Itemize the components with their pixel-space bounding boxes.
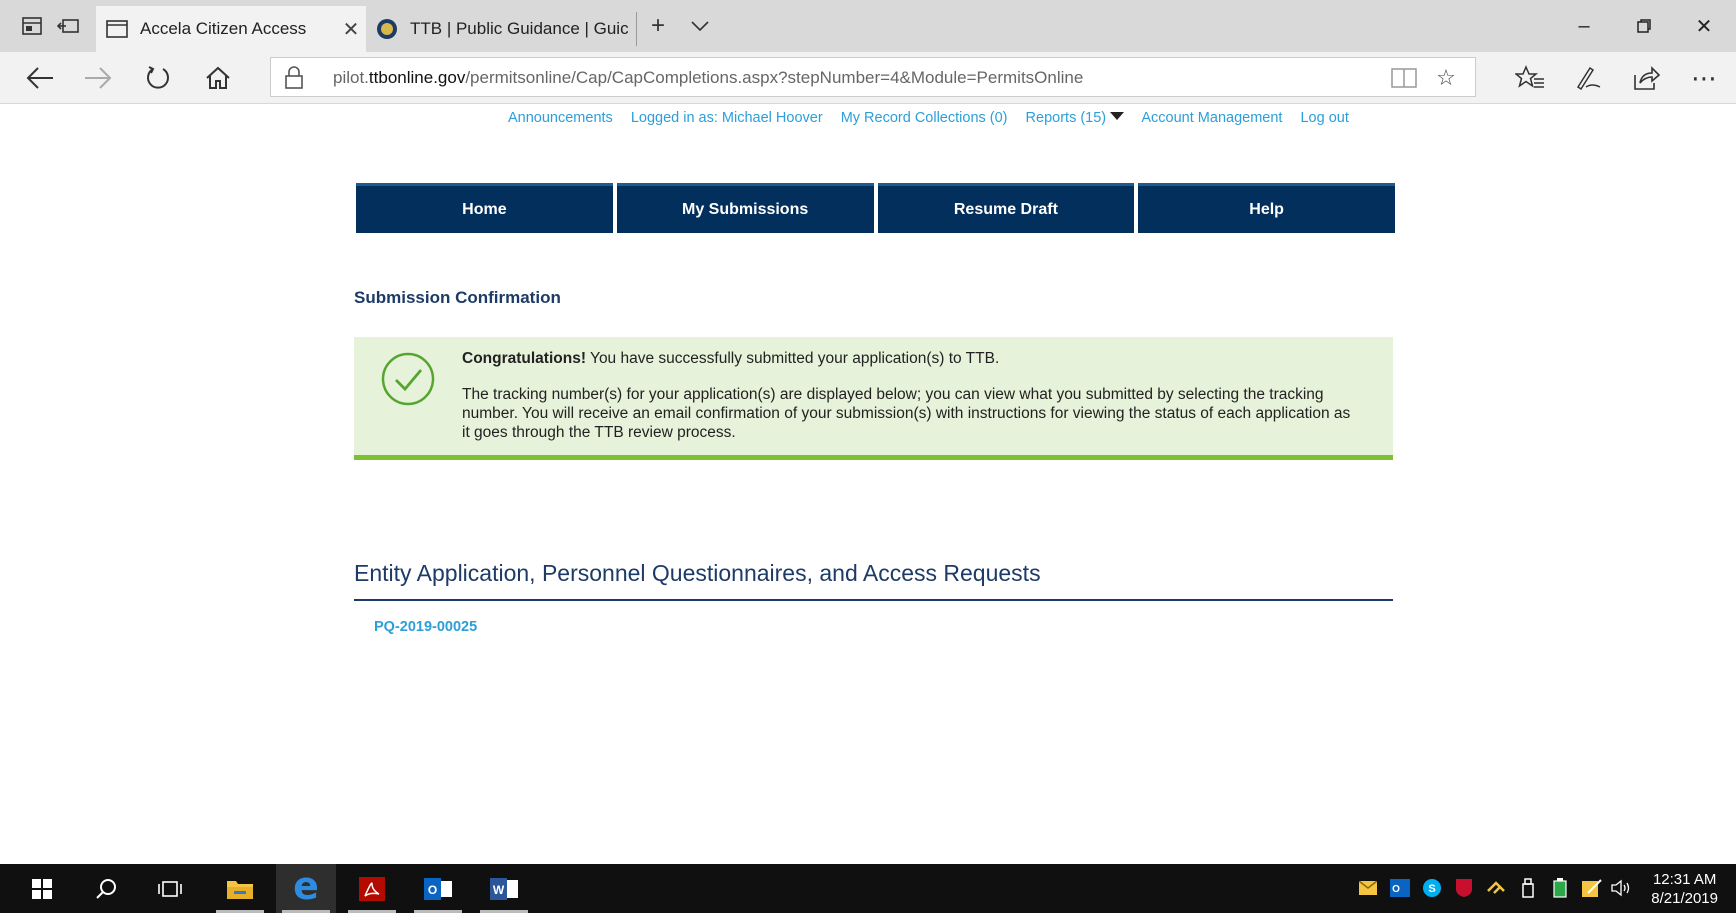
tracking-number-link[interactable]: PQ-2019-00025 bbox=[374, 619, 477, 635]
nav-home-button[interactable]: Home bbox=[356, 183, 613, 233]
task-view-icon[interactable] bbox=[140, 864, 200, 913]
reports-caret-icon[interactable] bbox=[1110, 112, 1125, 120]
success-message: Congratulations! You have successfully s… bbox=[462, 349, 1362, 459]
word-icon[interactable]: W bbox=[474, 864, 534, 913]
svg-text:O: O bbox=[428, 883, 437, 897]
taskbar-clock[interactable]: 12:31 AM 8/21/2019 bbox=[1651, 870, 1718, 908]
tab-separator bbox=[636, 12, 637, 46]
window-icon bbox=[106, 20, 128, 38]
mail-notification-icon[interactable] bbox=[1356, 876, 1380, 900]
mcafee-shield-icon[interactable] bbox=[1452, 876, 1476, 900]
announcements-link[interactable]: Announcements bbox=[508, 110, 613, 126]
checkmark-circle-icon bbox=[381, 352, 435, 406]
congrats-label: Congratulations! bbox=[462, 350, 586, 367]
nav-help-button[interactable]: Help bbox=[1138, 183, 1395, 233]
svg-text:O: O bbox=[1392, 884, 1400, 895]
restore-icon[interactable] bbox=[1616, 10, 1672, 42]
web-note-pen-icon[interactable] bbox=[1570, 62, 1606, 94]
svg-text:W: W bbox=[493, 883, 505, 897]
windows-taskbar: e O W O S 12:31 AM 8/21/2019 bbox=[0, 864, 1736, 913]
skype-icon[interactable]: S bbox=[1420, 876, 1444, 900]
refresh-icon[interactable] bbox=[140, 62, 176, 94]
back-icon[interactable] bbox=[22, 62, 58, 94]
nav-my-submissions-button[interactable]: My Submissions bbox=[616, 183, 874, 233]
volume-icon[interactable] bbox=[1610, 876, 1634, 900]
tab-accela-citizen-access[interactable]: Accela Citizen Access ✕ bbox=[96, 6, 366, 52]
section-heading: Entity Application, Personnel Questionna… bbox=[354, 560, 1041, 586]
svg-text:S: S bbox=[1428, 883, 1435, 895]
url-text[interactable]: pilot.ttbonline.gov/permitsonline/Cap/Ca… bbox=[333, 68, 1083, 88]
start-windows-icon[interactable] bbox=[12, 864, 72, 913]
congrats-text: You have successfully submitted your app… bbox=[586, 350, 1000, 367]
outlook-tray-icon[interactable]: O bbox=[1388, 876, 1412, 900]
set-tabs-aside-icon[interactable] bbox=[20, 14, 44, 38]
tab-ttb-public-guidance[interactable]: TTB | Public Guidance | Guic bbox=[366, 6, 636, 52]
logged-in-link[interactable]: Logged in as: Michael Hoover bbox=[631, 110, 823, 126]
favorites-hub-icon[interactable] bbox=[1512, 62, 1548, 94]
nav-resume-draft-button[interactable]: Resume Draft bbox=[877, 183, 1135, 233]
minimize-icon[interactable]: – bbox=[1556, 10, 1612, 42]
success-message-box: Congratulations! You have successfully s… bbox=[354, 337, 1393, 460]
search-icon[interactable] bbox=[76, 864, 136, 913]
favorite-star-icon[interactable]: ☆ bbox=[1431, 64, 1461, 92]
show-tabs-aside-icon[interactable] bbox=[56, 14, 80, 38]
network-sync-icon[interactable] bbox=[1484, 876, 1508, 900]
browser-tab-strip: Accela Citizen Access ✕ TTB | Public Gui… bbox=[0, 0, 1736, 52]
usb-device-icon[interactable] bbox=[1516, 876, 1540, 900]
battery-icon[interactable] bbox=[1548, 876, 1572, 900]
tracking-details-text: The tracking number(s) for your applicat… bbox=[462, 386, 1351, 441]
more-options-icon[interactable]: ⋯ bbox=[1686, 62, 1722, 94]
tab-title: TTB | Public Guidance | Guic bbox=[410, 19, 629, 38]
close-tab-icon[interactable]: ✕ bbox=[336, 17, 366, 42]
reports-menu[interactable]: Reports (15) bbox=[1026, 110, 1125, 126]
clock-date: 8/21/2019 bbox=[1651, 890, 1718, 907]
share-icon[interactable] bbox=[1628, 62, 1664, 94]
clock-time: 12:31 AM bbox=[1652, 871, 1717, 888]
lock-icon[interactable] bbox=[283, 66, 305, 90]
section-divider bbox=[354, 599, 1393, 601]
file-explorer-icon[interactable] bbox=[210, 864, 270, 913]
top-utility-nav: Announcements Logged in as: Michael Hoov… bbox=[508, 110, 1363, 130]
home-icon[interactable] bbox=[200, 62, 236, 94]
new-tab-icon[interactable]: + bbox=[646, 12, 670, 39]
notes-icon[interactable] bbox=[1580, 876, 1604, 900]
main-nav: Home My Submissions Resume Draft Help bbox=[356, 183, 1395, 233]
forward-icon[interactable] bbox=[80, 62, 116, 94]
tab-preview-chevron-icon[interactable] bbox=[688, 14, 712, 38]
reading-view-icon[interactable] bbox=[1389, 64, 1419, 92]
address-bar[interactable]: pilot.ttbonline.gov/permitsonline/Cap/Ca… bbox=[270, 57, 1476, 97]
adobe-acrobat-icon[interactable] bbox=[342, 864, 402, 913]
browser-toolbar: pilot.ttbonline.gov/permitsonline/Cap/Ca… bbox=[0, 52, 1736, 104]
ttb-seal-icon bbox=[377, 19, 397, 39]
edge-browser-icon[interactable]: e bbox=[276, 864, 336, 913]
record-collections-link[interactable]: My Record Collections (0) bbox=[841, 110, 1008, 126]
logout-link[interactable]: Log out bbox=[1300, 110, 1348, 126]
outlook-icon[interactable]: O bbox=[408, 864, 468, 913]
close-window-icon[interactable]: ✕ bbox=[1676, 10, 1732, 42]
tab-title: Accela Citizen Access bbox=[140, 19, 307, 38]
page-title: Submission Confirmation bbox=[354, 288, 561, 307]
account-management-link[interactable]: Account Management bbox=[1141, 110, 1282, 126]
